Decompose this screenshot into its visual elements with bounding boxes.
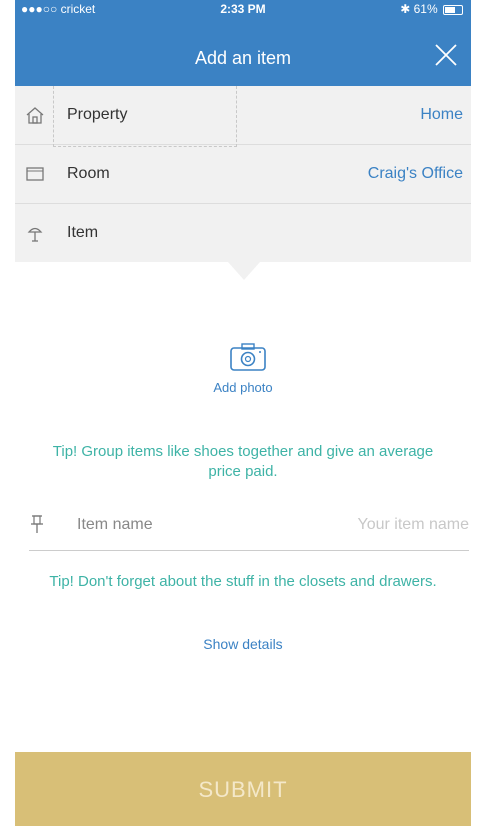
item-pointer xyxy=(228,262,260,280)
item-name-row: Item name xyxy=(29,506,469,551)
room-row[interactable]: Room Craig's Office xyxy=(15,145,471,204)
tip-closets: Tip! Don't forget about the stuff in the… xyxy=(49,573,437,590)
property-value[interactable]: Home xyxy=(420,106,463,124)
page-title: Add an item xyxy=(194,48,292,68)
room-label: Room xyxy=(67,165,110,182)
battery-icon xyxy=(443,4,463,15)
bluetooth-icon: ✱ xyxy=(400,2,411,16)
app-screen: ●●●○○ cricket 2:33 PM ✱ 61% Add an item … xyxy=(15,0,471,826)
tip-group-items: Tip! Group items like shoes together and… xyxy=(52,443,434,480)
status-bar: ●●●○○ cricket 2:33 PM ✱ 61% xyxy=(15,0,471,18)
dashed-outline xyxy=(53,86,237,147)
camera-icon[interactable] xyxy=(228,342,268,372)
room-icon xyxy=(26,167,44,181)
battery-status: ✱ 61% xyxy=(400,2,463,16)
item-row: Item xyxy=(15,204,471,262)
lamp-icon xyxy=(27,227,43,242)
header-bar: Add an item xyxy=(15,18,471,86)
pushpin-icon xyxy=(31,515,43,533)
add-photo-link[interactable]: Add photo xyxy=(15,380,471,395)
item-label: Item xyxy=(67,224,99,241)
submit-button[interactable]: SUBMIT xyxy=(15,752,471,826)
item-name-label: Item name xyxy=(77,516,153,533)
show-details-link[interactable]: Show details xyxy=(15,636,471,652)
battery-percent: 61% xyxy=(413,2,438,16)
close-icon[interactable] xyxy=(433,42,459,68)
room-value[interactable]: Craig's Office xyxy=(368,165,463,183)
item-name-input[interactable] xyxy=(289,512,469,538)
house-icon xyxy=(26,107,44,124)
